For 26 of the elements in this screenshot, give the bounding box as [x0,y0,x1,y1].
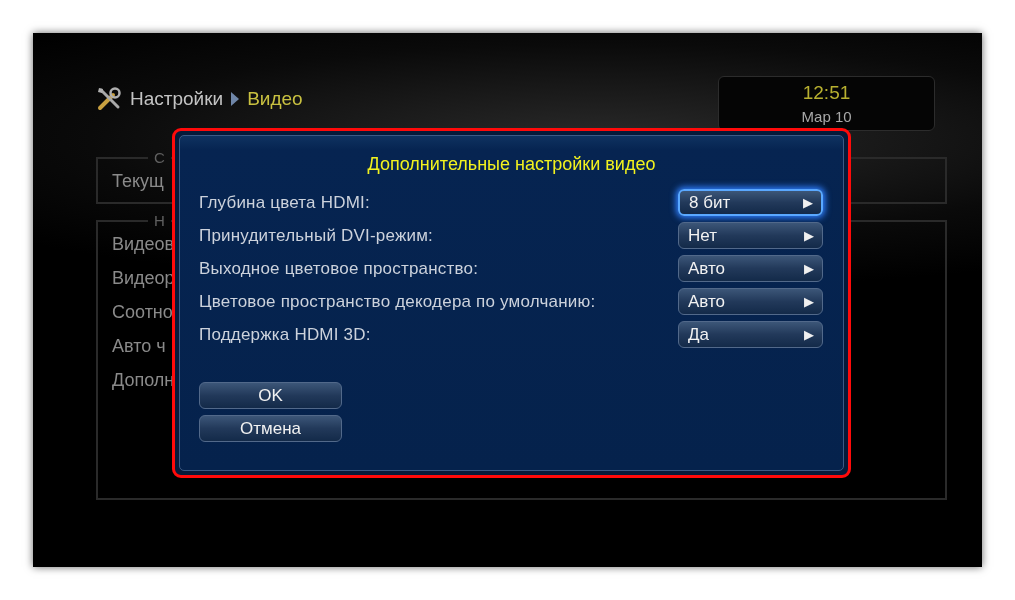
setting-label: Поддержка HDMI 3D: [199,324,371,345]
cancel-button[interactable]: Отмена [199,415,342,442]
setting-label: Выходное цветовое пространство: [199,258,479,279]
breadcrumb-item[interactable]: Видео [247,88,303,110]
value-selector[interactable]: Авто ▶ [678,255,823,282]
chevron-icon [231,92,240,106]
clock-time: 12:51 [802,82,851,104]
group-title: С [154,149,165,166]
value-selector[interactable]: 8 бит ▶ [678,189,823,216]
value-selector[interactable]: Авто ▶ [678,288,823,315]
clock-date: Мар 10 [801,108,852,125]
tools-icon [96,86,122,112]
value-selector[interactable]: Нет ▶ [678,222,823,249]
arrow-icon: ▶ [804,261,814,276]
arrow-icon: ▶ [804,228,814,243]
dialog-title: Дополнительные настройки видео [367,154,656,175]
value-selector[interactable]: Да ▶ [678,321,823,348]
group-title: Н [154,212,165,229]
breadcrumb-item[interactable]: Настройки [130,88,224,110]
arrow-icon: ▶ [804,294,814,309]
setting-label: Глубина цвета HDMI: [199,192,370,213]
setting-label: Цветовое пространство декодера по умолчанию: [199,291,596,312]
arrow-icon: ▶ [803,195,813,210]
arrow-icon: ▶ [804,327,814,342]
ok-button[interactable]: OK [199,382,342,409]
setting-label: Принудительный DVI-режим: [199,225,433,246]
